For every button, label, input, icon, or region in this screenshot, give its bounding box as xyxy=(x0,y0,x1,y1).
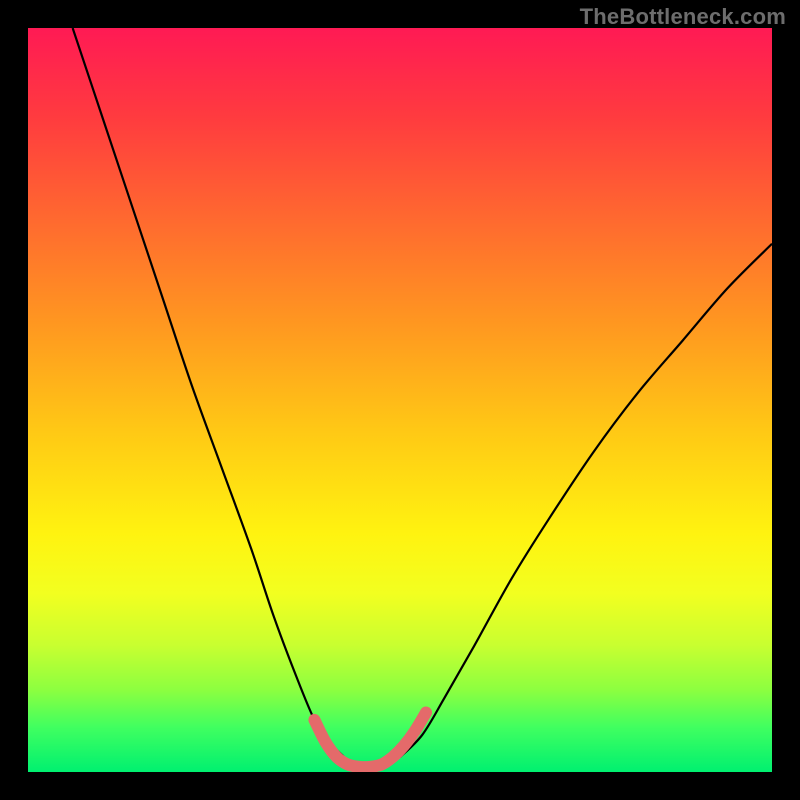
series-left-curve xyxy=(73,28,345,757)
series-valley-highlight xyxy=(314,712,426,767)
watermark-text: TheBottleneck.com xyxy=(580,4,786,30)
outer-frame: TheBottleneck.com xyxy=(0,0,800,800)
series-right-curve xyxy=(400,244,772,757)
chart-svg xyxy=(28,28,772,772)
plot-area xyxy=(28,28,772,772)
